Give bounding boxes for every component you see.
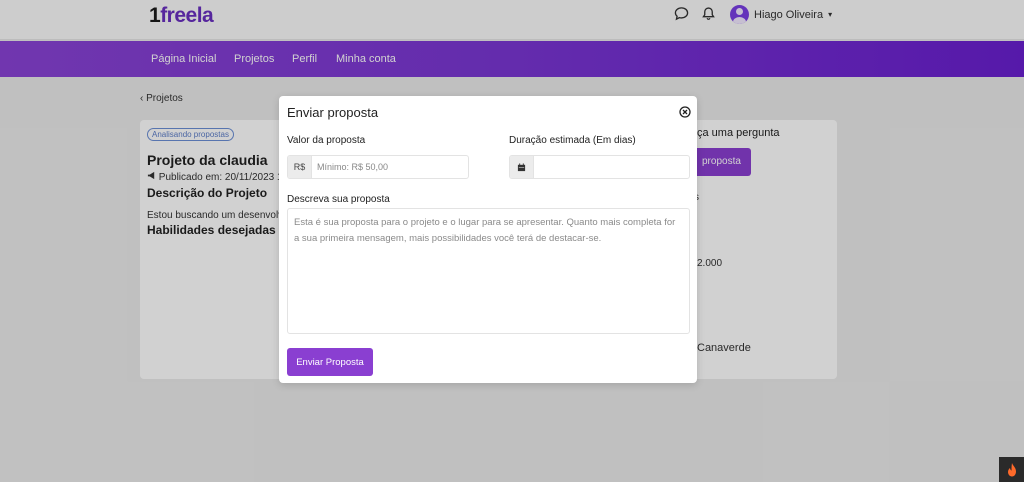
proposal-description-label: Descreva sua proposta	[287, 194, 390, 205]
proposal-description-textarea[interactable]	[287, 208, 690, 334]
duration-input[interactable]	[534, 156, 689, 178]
duration-group	[509, 155, 690, 179]
duration-label: Duração estimada (Em dias)	[509, 135, 636, 146]
proposal-modal: Enviar proposta Valor da proposta R$ Dur…	[279, 96, 697, 383]
close-icon[interactable]	[679, 105, 691, 118]
proposal-value-input[interactable]	[312, 156, 468, 178]
proposal-value-label: Valor da proposta	[287, 135, 366, 146]
proposal-value-group: R$	[287, 155, 469, 179]
modal-title: Enviar proposta	[287, 105, 379, 120]
currency-addon: R$	[288, 156, 312, 178]
calendar-icon	[510, 156, 534, 178]
submit-proposal-button[interactable]: Enviar Proposta	[287, 348, 373, 376]
flame-icon[interactable]	[999, 457, 1024, 482]
